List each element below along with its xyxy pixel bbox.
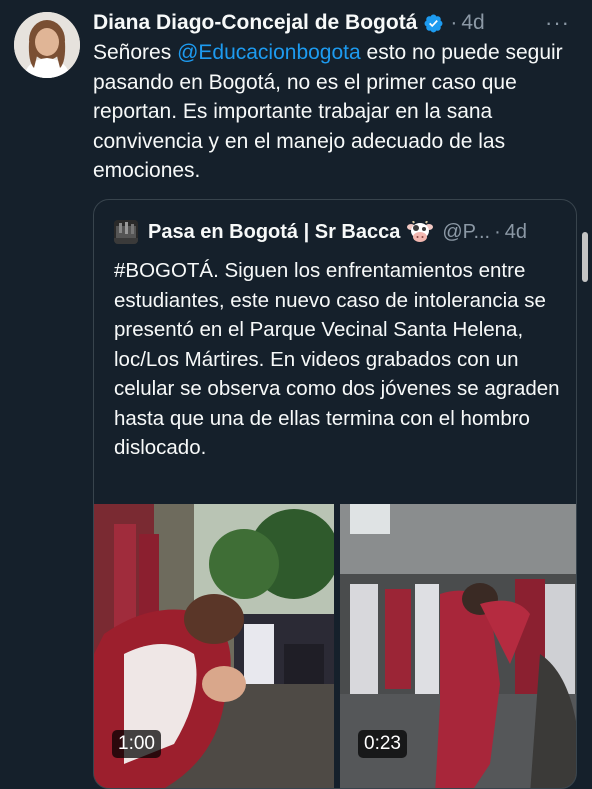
author-avatar[interactable] (14, 12, 80, 78)
quoted-header: Pasa en Bogotá | Sr Bacca @P... · 4d (148, 218, 527, 246)
author-name[interactable]: Diana Diago-Concejal de Bogotá (93, 11, 417, 35)
quoted-timestamp: 4d (504, 220, 528, 243)
tweet-header: Diana Diago-Concejal de Bogotá · 4d (93, 8, 485, 38)
more-options-icon[interactable]: ··· (545, 10, 570, 36)
separator-dot: · (450, 11, 458, 34)
quoted-author-name: Pasa en Bogotá | Sr Bacca (148, 220, 401, 243)
video-duration-1: 1:00 (112, 730, 161, 758)
video-thumbnail-2[interactable]: 0:23 (340, 504, 576, 788)
tweet-timestamp[interactable]: 4d (461, 11, 484, 35)
tweet-text: Señores @Educacionbogota esto no puede s… (93, 38, 573, 186)
quoted-handle: @P... (442, 220, 491, 243)
verified-badge-icon (423, 13, 444, 34)
quoted-separator-dot: · (494, 220, 501, 243)
mention-link[interactable]: @Educacionbogota (177, 41, 361, 64)
quoted-tweet[interactable]: Pasa en Bogotá | Sr Bacca @P... · 4d #BO… (93, 199, 577, 789)
tweet-text-start: Señores (93, 41, 178, 64)
scrollbar-thumb[interactable] (582, 232, 588, 282)
quoted-author-avatar (114, 220, 138, 244)
quoted-text: #BOGOTÁ. Siguen los enfrentamientos entr… (114, 259, 560, 459)
cow-emoji-icon (406, 220, 434, 243)
video-duration-2: 0:23 (358, 730, 407, 758)
video-thumbnail-1[interactable]: 1:00 (94, 504, 334, 788)
